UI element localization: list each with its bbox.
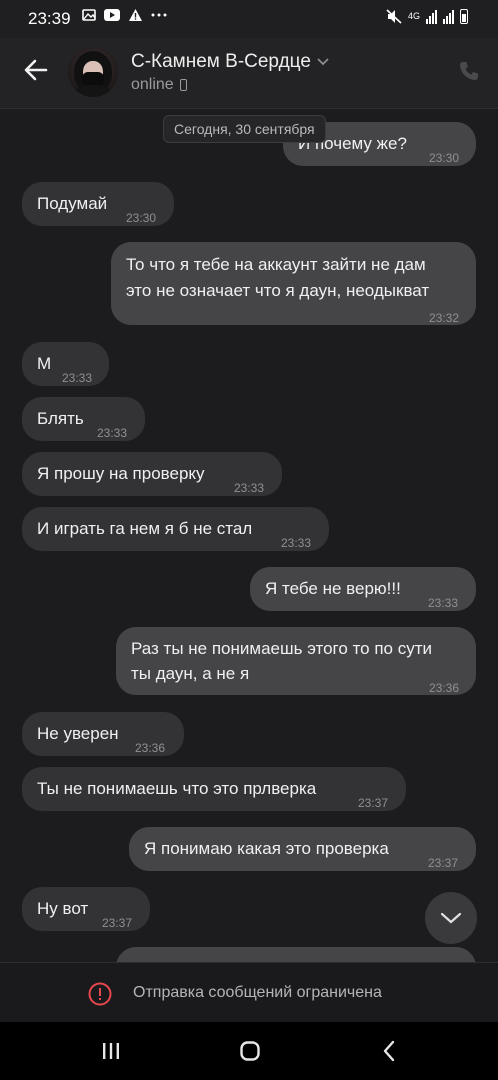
message-text: Ты не понимаешь что это прлверка [37,779,317,798]
system-navigation-bar [0,1022,498,1080]
chevron-down-icon[interactable] [317,57,329,67]
message-time: 23:37 [358,796,389,810]
message-time: 23:33 [428,596,459,610]
message-time: 23:33 [281,536,312,550]
message-time: 23:33 [234,481,265,495]
message-text: И играть га нем я б не стал [37,519,253,538]
notification-icons [82,8,167,22]
status-time: 23:39 [28,9,71,28]
message-text: Я прошу на проверку [37,464,205,483]
message-text: Я понимаю какая это проверка [144,839,389,858]
youtube-icon [104,9,120,21]
system-icons: 4G [386,9,468,24]
message-list[interactable]: Сегодня, 30 сентября И почему же? 23:30 … [0,109,498,962]
message-text-line-2: это не означает что я даун, неодыкват [126,281,430,300]
scroll-to-bottom-button[interactable] [425,892,477,944]
message-text-line-1: То что я тебе на аккаунт зайти не дам [126,255,426,274]
alert-circle-icon [88,982,112,1006]
message-incoming[interactable]: И играть га нем я б не стал 23:33 [22,507,329,551]
restriction-message: Отправка сообщений ограничена [133,984,382,1001]
message-time: 23:33 [97,426,128,440]
message-time: 23:32 [429,311,460,325]
message-outgoing[interactable]: То что я тебе на аккаунт зайти не дам эт… [111,242,476,325]
back-icon[interactable] [382,1040,396,1062]
message-outgoing[interactable]: Я тебе не верю!!! 23:33 [250,567,476,611]
contact-status: online [131,76,187,94]
message-text: Не уверен [37,724,119,743]
message-outgoing-partial[interactable] [116,947,476,962]
warning-icon [129,9,142,21]
phone-call-icon[interactable] [458,60,480,82]
message-time: 23:36 [429,681,460,695]
message-time: 23:37 [102,916,133,930]
message-text: Я тебе не верю!!! [265,579,401,598]
signal-2-icon [443,9,454,24]
message-time: 23:36 [135,741,166,755]
more-notifications-icon [151,13,167,17]
message-text: Подумай [37,194,108,213]
message-time: 23:37 [428,856,459,870]
chat-header: С-Камнем В-Сердце online [0,38,498,109]
signal-icon [426,9,437,24]
status-bar: 23:39 4G [0,0,498,38]
home-icon[interactable] [240,1041,260,1061]
recent-apps-icon[interactable] [101,1041,121,1061]
chevron-down-icon [440,912,462,924]
message-incoming[interactable]: Не уверен 23:36 [22,712,184,756]
contact-name[interactable]: С-Камнем В-Сердце [131,51,311,73]
network-type: 4G [407,11,420,21]
message-text: М [37,354,52,373]
date-separator: Сегодня, 30 сентября [163,115,326,143]
message-time: 23:33 [62,371,93,385]
message-outgoing[interactable]: Раз ты не понимаешь этого то по сути ты … [116,627,476,695]
message-incoming[interactable]: Блять 23:33 [22,397,145,441]
message-incoming[interactable]: Ты не понимаешь что это прлверка 23:37 [22,767,406,811]
message-incoming[interactable]: Подумай 23:30 [22,182,174,226]
back-arrow-icon[interactable] [22,56,50,84]
message-time: 23:30 [429,151,460,165]
message-text-line-1: Раз ты не понимаешь этого то по сути [131,639,433,658]
message-text: Ну вот [37,899,89,918]
message-outgoing[interactable]: Я понимаю какая это проверка 23:37 [129,827,476,871]
message-incoming[interactable]: Я прошу на проверку 23:33 [22,452,282,496]
mobile-device-icon [179,79,187,91]
gallery-icon [82,9,96,21]
message-incoming[interactable]: Ну вот 23:37 [22,887,150,931]
avatar[interactable] [68,47,118,97]
message-text: Блять [37,409,84,428]
message-text-line-2: ты даун, а не я [131,664,250,683]
status-label: online [131,76,174,93]
message-incoming[interactable]: М 23:33 [22,342,109,386]
battery-icon [460,9,468,24]
message-time: 23:30 [126,211,157,225]
input-restricted-bar: Отправка сообщений ограничена [0,962,498,1023]
mute-icon [386,9,402,24]
